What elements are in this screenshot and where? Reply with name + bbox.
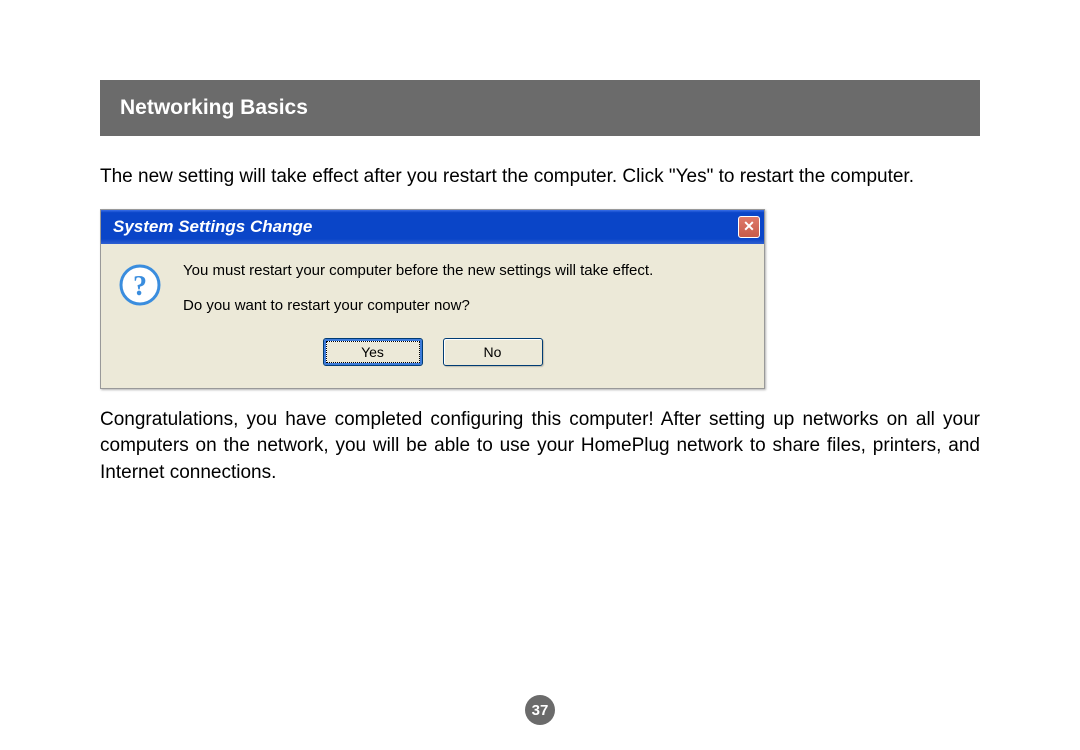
dialog-titlebar[interactable]: System Settings Change ✕ [101, 210, 764, 244]
close-button[interactable]: ✕ [738, 216, 760, 238]
dialog-title: System Settings Change [113, 217, 312, 237]
no-button[interactable]: No [443, 338, 543, 366]
dialog-message-1: You must restart your computer before th… [183, 262, 746, 279]
svg-text:?: ? [133, 271, 147, 302]
document-page: Networking Basics The new setting will t… [0, 0, 1080, 486]
dialog-body: ? You must restart your computer before … [101, 244, 764, 328]
page-number-value: 37 [532, 702, 549, 719]
yes-button[interactable]: Yes [323, 338, 423, 366]
dialog-message-2: Do you want to restart your computer now… [183, 297, 746, 314]
section-title: Networking Basics [120, 96, 308, 119]
intro-paragraph: The new setting will take effect after y… [100, 164, 980, 191]
close-icon: ✕ [743, 218, 755, 235]
system-dialog: System Settings Change ✕ ? You must rest… [100, 209, 765, 389]
dialog-messages: You must restart your computer before th… [183, 262, 746, 314]
question-icon: ? [119, 264, 161, 311]
page-number: 37 [525, 695, 555, 725]
section-header: Networking Basics [100, 80, 980, 136]
outro-paragraph: Congratulations, you have completed conf… [100, 407, 980, 487]
dialog-button-row: Yes No [101, 328, 764, 388]
